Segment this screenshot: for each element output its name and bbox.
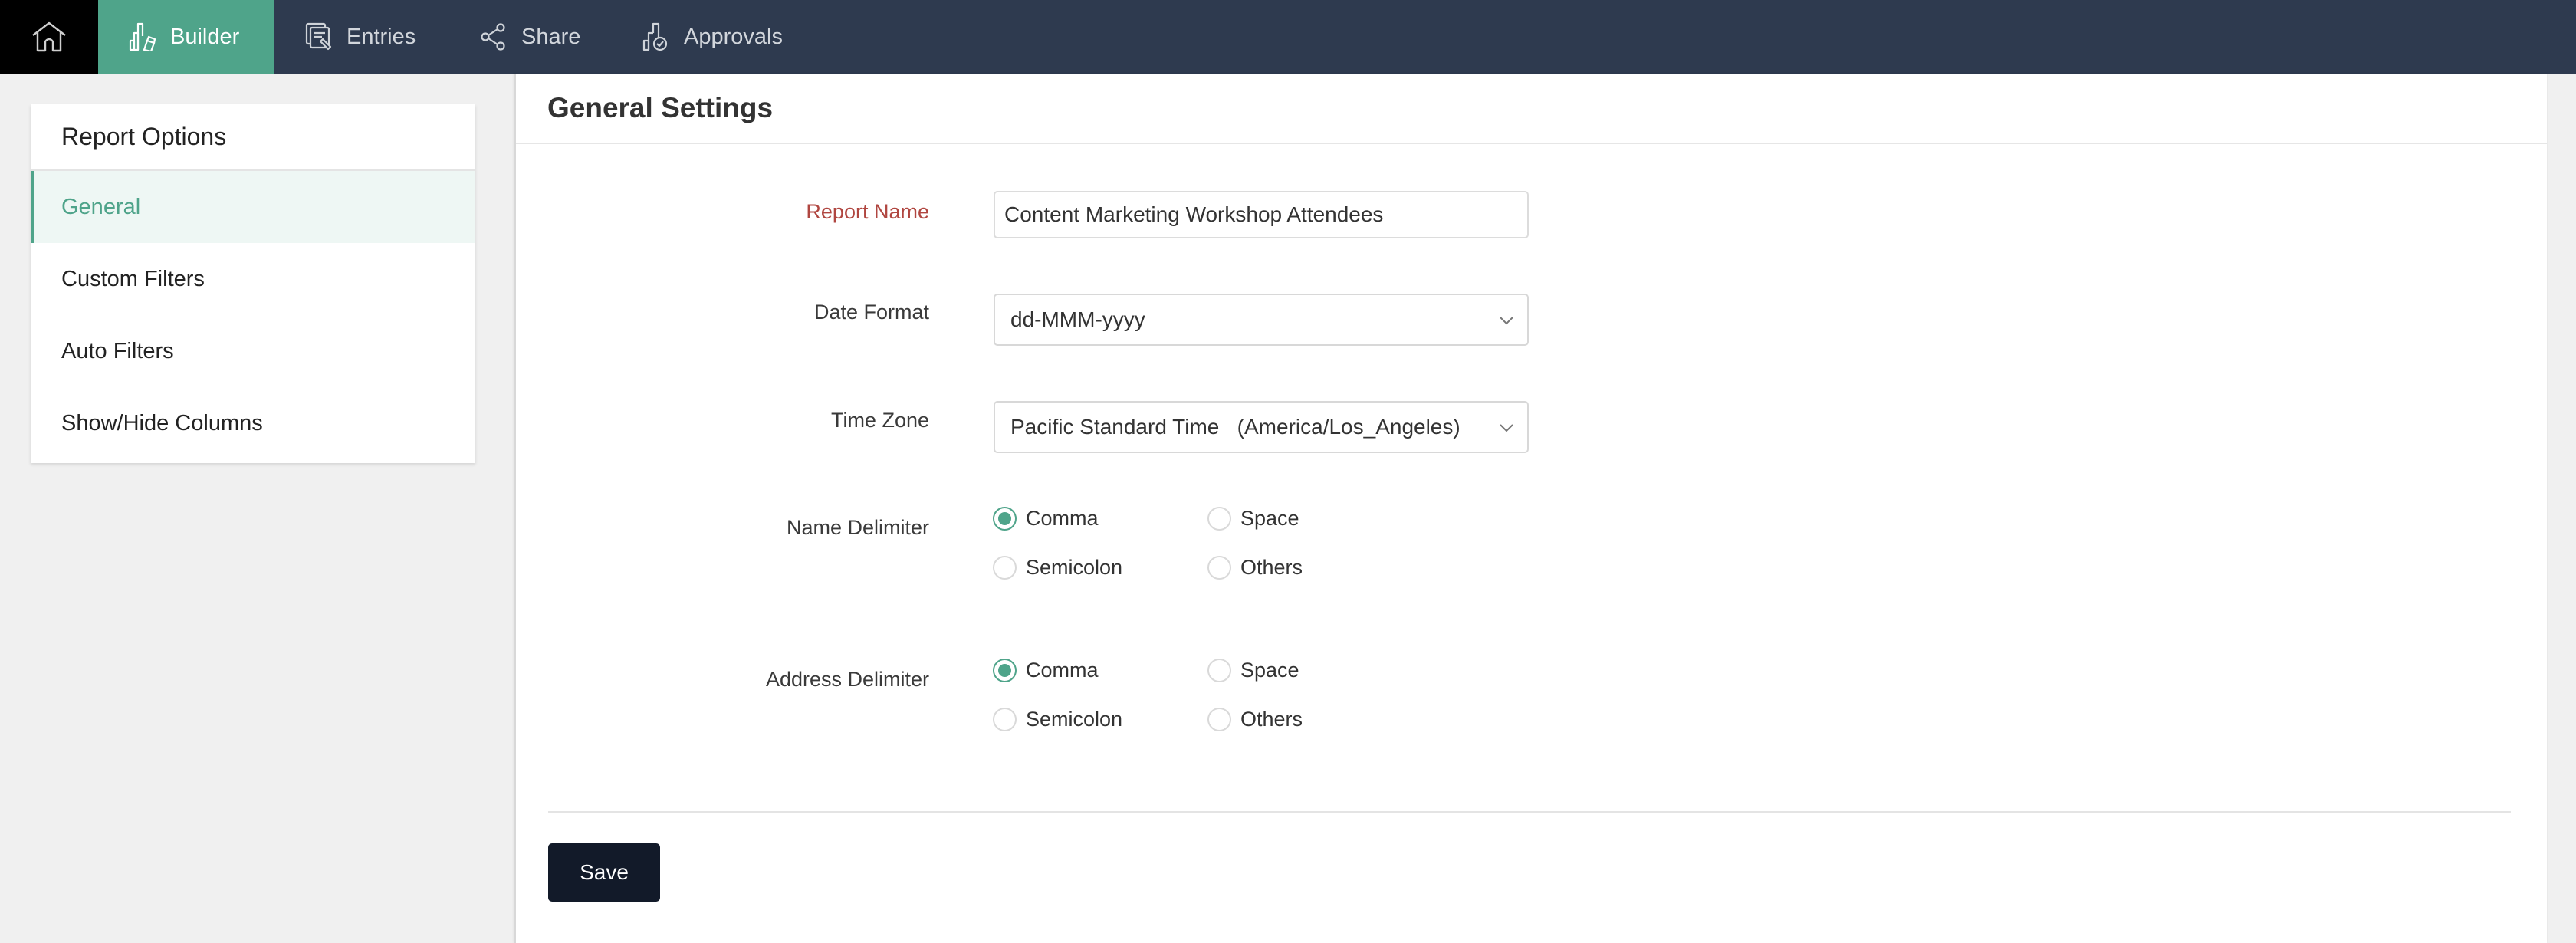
radio-unchecked-icon: [1208, 507, 1231, 531]
home-button[interactable]: [0, 0, 98, 74]
radio-checked-icon: [993, 659, 1017, 682]
radio-unchecked-icon: [993, 708, 1017, 731]
radio-label: Comma: [1026, 507, 1099, 530]
name-delimiter-space-radio[interactable]: Space: [1208, 507, 1300, 531]
sidebar-item-custom-filters[interactable]: Custom Filters: [31, 243, 475, 315]
radio-label: Space: [1240, 659, 1300, 682]
tab-share[interactable]: Share: [480, 0, 580, 74]
tab-share-label: Share: [521, 24, 581, 49]
tab-entries[interactable]: Entries: [305, 0, 416, 74]
report-name-input[interactable]: [994, 191, 1529, 238]
radio-label: Space: [1240, 507, 1300, 530]
tab-approvals-label: Approvals: [684, 24, 783, 49]
address-delimiter-comma-radio[interactable]: Comma: [993, 659, 1099, 682]
date-format-select[interactable]: dd-MMM-yyyy: [994, 294, 1529, 346]
name-delimiter-semicolon-radio[interactable]: Semicolon: [993, 556, 1122, 580]
address-delimiter-space-radio[interactable]: Space: [1208, 659, 1300, 682]
report-options-title: Report Options: [31, 104, 475, 171]
name-delimiter-others-radio[interactable]: Others: [1208, 556, 1303, 580]
radio-unchecked-icon: [1208, 708, 1231, 731]
date-format-label: Date Format: [813, 301, 929, 324]
tab-entries-label: Entries: [347, 24, 416, 49]
page-title: General Settings: [516, 74, 2547, 144]
report-name-label: Report Name: [806, 200, 929, 223]
chevron-down-icon: [1500, 424, 1513, 432]
report-options-panel: Report Options General Custom Filters Au…: [31, 104, 475, 463]
address-delimiter-label: Address Delimiter: [765, 668, 929, 691]
home-icon: [32, 21, 66, 52]
time-zone-select[interactable]: Pacific Standard Time (America/Los_Angel…: [994, 401, 1529, 453]
radio-label: Others: [1240, 708, 1303, 731]
radio-label: Others: [1240, 556, 1303, 579]
chevron-down-icon: [1500, 317, 1513, 325]
builder-icon: [129, 21, 156, 52]
name-delimiter-label: Name Delimiter: [786, 516, 929, 539]
radio-label: Comma: [1026, 659, 1099, 682]
tab-approvals[interactable]: Approvals: [642, 0, 783, 74]
form-divider: [548, 811, 2511, 813]
time-zone-label: Time Zone: [830, 409, 929, 432]
entries-icon: [305, 21, 333, 52]
sidebar-item-auto-filters[interactable]: Auto Filters: [31, 315, 475, 387]
save-button[interactable]: Save: [548, 843, 660, 902]
tab-builder-label: Builder: [170, 24, 240, 49]
general-settings-panel: General Settings Report Name Date Format…: [514, 74, 2547, 943]
name-delimiter-comma-radio[interactable]: Comma: [993, 507, 1099, 531]
date-format-value: dd-MMM-yyyy: [1010, 307, 1145, 331]
approvals-icon: [642, 21, 670, 52]
radio-label: Semicolon: [1026, 708, 1123, 731]
top-navigation: Builder Entries Share Approvals: [0, 0, 2576, 74]
address-delimiter-semicolon-radio[interactable]: Semicolon: [993, 708, 1122, 731]
sidebar-item-show-hide-columns[interactable]: Show/Hide Columns: [31, 387, 475, 459]
radio-unchecked-icon: [1208, 659, 1231, 682]
share-icon: [480, 21, 508, 52]
time-zone-value: Pacific Standard Time (America/Los_Angel…: [1010, 415, 1460, 439]
radio-unchecked-icon: [993, 556, 1017, 580]
radio-checked-icon: [993, 507, 1017, 531]
radio-label: Semicolon: [1026, 556, 1123, 579]
address-delimiter-others-radio[interactable]: Others: [1208, 708, 1303, 731]
radio-unchecked-icon: [1208, 556, 1231, 580]
sidebar-item-general[interactable]: General: [31, 171, 475, 243]
tab-builder[interactable]: Builder: [98, 0, 274, 74]
